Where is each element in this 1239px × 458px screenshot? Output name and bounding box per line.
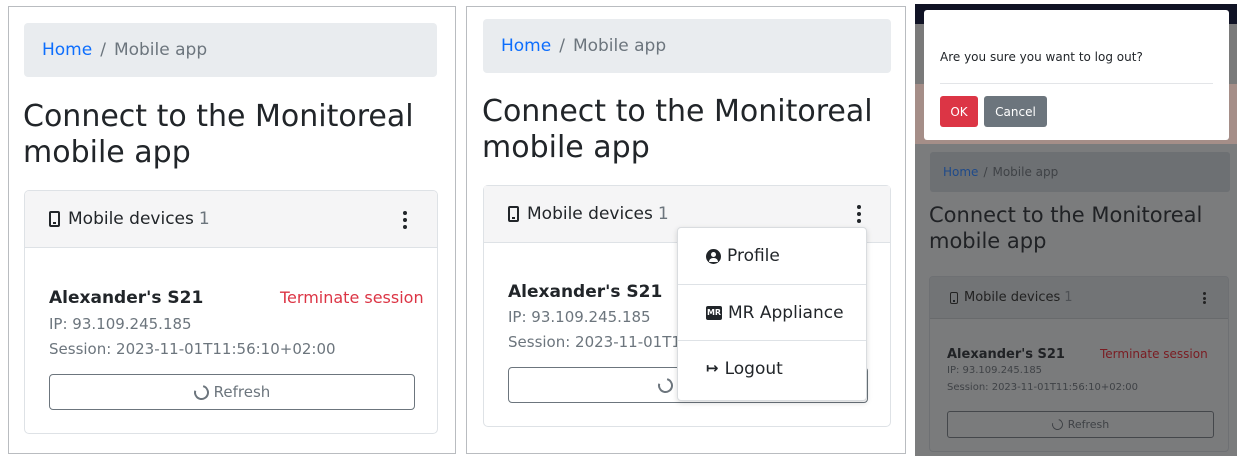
device-session: Session: 2023-11-01T11:56:10+02:00 <box>947 382 1139 393</box>
page-title-line1: Connect to the Monitoreal <box>23 99 414 134</box>
dimmed-page-content: Home / Mobile app Connect to the Monitor… <box>915 144 1237 456</box>
terminate-session-link: Terminate session <box>1100 347 1208 361</box>
page-title: Connect to the Monitoreal mobile app <box>23 99 414 171</box>
menu-item-mr-appliance[interactable]: MR MR Appliance <box>678 284 866 340</box>
card-header-label: Mobile devices <box>68 209 194 229</box>
terminate-session-link[interactable]: Terminate session <box>280 288 424 307</box>
breadcrumb-home-link[interactable]: Home <box>501 36 551 56</box>
mobile-phone-icon <box>950 291 958 304</box>
device-count: 1 <box>198 209 210 229</box>
user-circle-icon <box>706 248 721 264</box>
device-session: Session: 2023-11-01T11:56:10+02:00 <box>49 340 336 358</box>
screen-mobile-app: Home / Mobile app Connect to the Monitor… <box>8 6 456 454</box>
mr-appliance-icon: MR <box>706 305 722 320</box>
menu-item-profile[interactable]: Profile <box>678 228 866 284</box>
cancel-button[interactable]: Cancel <box>984 96 1047 127</box>
page-title: Connect to the Monitoreal mobile app <box>482 94 873 166</box>
screen-logout-confirm: Home / Mobile app Connect to the Monitor… <box>915 4 1237 456</box>
refresh-icon <box>1049 416 1065 433</box>
refresh-label: Refresh <box>1067 418 1110 431</box>
sign-out-icon: ↦ <box>706 359 719 377</box>
kebab-menu-icon[interactable] <box>856 205 862 223</box>
breadcrumb: Home / Mobile app <box>930 152 1230 192</box>
refresh-icon <box>190 381 212 403</box>
breadcrumb-separator: / <box>559 36 565 56</box>
mobile-devices-card: Mobile devices 1 Alexander's S21 Termina… <box>929 276 1229 452</box>
breadcrumb-home-link[interactable]: Home <box>42 40 92 60</box>
refresh-icon <box>655 374 676 396</box>
breadcrumb-current: Mobile app <box>992 165 1059 179</box>
refresh-label: Refresh <box>213 383 271 401</box>
refresh-button[interactable]: Refresh <box>49 374 415 410</box>
device-count: 1 <box>1064 290 1073 305</box>
breadcrumb-current: Mobile app <box>113 40 208 60</box>
logout-confirm-dialog: Are you sure you want to log out? OK Can… <box>924 10 1229 140</box>
menu-item-label: MR Appliance <box>728 302 844 323</box>
device-ip: IP: 93.109.245.185 <box>49 315 192 333</box>
page-title-line2: mobile app <box>23 135 191 170</box>
card-header-label: Mobile devices <box>527 204 653 224</box>
device-name: Alexander's S21 <box>508 282 663 302</box>
breadcrumb-current: Mobile app <box>572 36 667 56</box>
actions-dropdown-menu: Profile MR MR Appliance ↦ Logout <box>677 227 867 401</box>
page-title: Connect to the Monitoreal mobile app <box>929 202 1202 254</box>
breadcrumb: Home / Mobile app <box>483 19 891 73</box>
device-name: Alexander's S21 <box>947 347 1065 362</box>
dialog-question: Are you sure you want to log out? <box>940 50 1143 64</box>
device-ip: IP: 93.109.245.185 <box>947 365 1043 376</box>
menu-item-logout[interactable]: ↦ Logout <box>678 340 866 396</box>
mobile-phone-icon <box>508 206 519 222</box>
kebab-menu-icon[interactable] <box>402 211 408 229</box>
page-title-line2: mobile app <box>929 229 1047 253</box>
device-name: Alexander's S21 <box>49 288 204 308</box>
device-count: 1 <box>657 204 669 224</box>
device-session: Session: 2023-11-01T11 <box>508 333 691 351</box>
ok-button[interactable]: OK <box>940 96 978 127</box>
kebab-menu-icon <box>1202 292 1206 304</box>
breadcrumb-home-link: Home <box>943 165 979 179</box>
card-header: Mobile devices 1 <box>930 277 1228 319</box>
mobile-phone-icon <box>49 211 60 227</box>
dialog-divider <box>940 83 1213 84</box>
screen-dropdown-open: Home / Mobile app Connect to the Monitor… <box>466 6 906 454</box>
menu-item-label: Logout <box>724 358 783 379</box>
mobile-devices-card: Mobile devices 1 Alexander's S21 Termina… <box>24 190 438 434</box>
page-title-line1: Connect to the Monitoreal <box>929 203 1203 227</box>
card-header: Mobile devices 1 <box>25 191 437 248</box>
page-title-line2: mobile app <box>482 130 650 165</box>
card-header-label: Mobile devices <box>964 290 1061 305</box>
breadcrumb-separator: / <box>100 40 106 60</box>
page-title-line1: Connect to the Monitoreal <box>482 94 873 129</box>
breadcrumb: Home / Mobile app <box>24 23 437 77</box>
device-ip: IP: 93.109.245.185 <box>508 308 651 326</box>
breadcrumb-separator: / <box>983 165 988 179</box>
refresh-button: Refresh <box>947 411 1214 438</box>
menu-item-label: Profile <box>727 246 780 266</box>
